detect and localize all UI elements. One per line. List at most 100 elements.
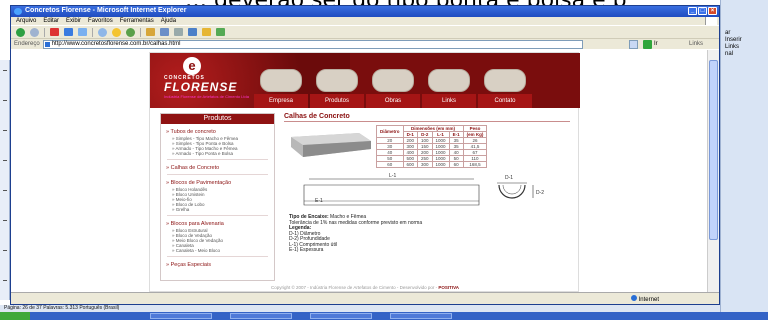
label-d1: D-1 — [505, 175, 513, 181]
label-l1: L-1 — [389, 173, 396, 179]
nav-produtos[interactable]: Produtos — [310, 69, 364, 108]
close-button[interactable]: × — [708, 7, 717, 15]
col-peso-unit: (em Kg) — [462, 131, 488, 138]
side-item[interactable]: Inserir — [725, 37, 742, 43]
nav-empresa[interactable]: Empresa — [254, 69, 308, 108]
side-item[interactable]: ar — [725, 30, 730, 36]
sidebar-item[interactable]: » Canaleta - Meio Bloco — [172, 248, 274, 253]
minimize-button[interactable]: _ — [688, 7, 697, 15]
menu-bar: Arquivo Editar Exibir Favoritos Ferramen… — [11, 17, 719, 25]
stop-icon[interactable] — [50, 28, 59, 36]
site-footer: Copyright © 2007 - Indústria Florense de… — [270, 285, 460, 290]
website: e CONCRETOS FLORENSE Indústria Florense … — [149, 52, 580, 292]
taskbar-item[interactable] — [230, 313, 292, 319]
zone-indicator: Internet — [630, 295, 659, 303]
site-nav: Empresa Produtos Obras Links Contato — [254, 69, 532, 108]
note-line: E-1) Espessura — [289, 247, 324, 253]
browser-statusbar: Internet — [11, 292, 719, 304]
taskbar — [0, 312, 768, 320]
history-icon[interactable] — [146, 28, 155, 36]
specs-table: Diâmetro Dimensões (em mm) Peso D-1 D-2 … — [376, 125, 488, 168]
window-title: Concretos Florense - Microsoft Internet … — [25, 7, 187, 14]
vertical-ruler — [0, 60, 10, 300]
sidebar-section-pecas[interactable]: » Peças Especiais — [166, 262, 274, 268]
sidebar-section-tubos[interactable]: » Tubos de concreto — [166, 129, 274, 135]
nav-label: Obras — [366, 94, 420, 108]
sidebar-header: Produtos — [161, 114, 274, 124]
mail-icon[interactable] — [160, 28, 169, 36]
logo-name: FLORENSE — [164, 80, 238, 94]
nav-label: Links — [422, 94, 476, 108]
nav-label: Empresa — [254, 94, 308, 108]
links-image — [428, 69, 470, 92]
refresh-icon[interactable] — [64, 28, 73, 36]
side-item[interactable]: Links — [725, 44, 739, 50]
page-title: Calhas de Concreto — [284, 113, 350, 120]
nav-obras[interactable]: Obras — [366, 69, 420, 108]
address-url: http://www.concretosflorense.com.br/calh… — [51, 40, 181, 47]
label-d2: D-2 — [536, 190, 544, 196]
menu-help[interactable]: Ajuda — [161, 18, 176, 24]
go-icon[interactable] — [643, 40, 652, 49]
envelope-icon — [484, 69, 526, 92]
menu-tools[interactable]: Ferramentas — [120, 18, 154, 24]
maximize-button[interactable]: □ — [698, 7, 707, 15]
address-input[interactable]: http://www.concretosflorense.com.br/calh… — [42, 39, 583, 49]
start-button[interactable] — [0, 312, 30, 320]
address-label: Endereço — [14, 41, 40, 47]
label-e1: E-1 — [315, 198, 323, 204]
sidebar-item[interactable]: » Grelha — [172, 207, 274, 212]
forward-icon[interactable] — [30, 27, 39, 37]
menu-favorites[interactable]: Favoritos — [88, 18, 113, 24]
scroll-thumb[interactable] — [709, 60, 718, 240]
screen: … deverão ser do tipo ponta e bolsa e p … — [0, 0, 768, 320]
globe-icon — [630, 295, 637, 301]
links-label[interactable]: Links — [689, 41, 703, 47]
side-item[interactable]: nal — [725, 51, 733, 57]
sidebar-item[interactable]: » Armado - Tipo Ponta e Bolsa — [172, 151, 274, 156]
nav-links[interactable]: Links — [422, 69, 476, 108]
home-icon[interactable] — [78, 28, 87, 36]
edit-icon[interactable] — [188, 28, 197, 36]
produtos-image — [316, 69, 358, 92]
footer-brand-link[interactable]: POSITIVA — [438, 285, 459, 290]
empresa-image — [260, 69, 302, 92]
address-dropdown-icon[interactable] — [629, 40, 638, 49]
search-icon[interactable] — [98, 27, 107, 37]
sidebar-section-blocos-pavimentacao[interactable]: » Blocos de Pavimentação — [166, 180, 274, 186]
main-content: Calhas de Concreto Diâmetro Dimensões (e… — [284, 113, 574, 283]
taskbar-item[interactable] — [390, 313, 452, 319]
nav-label: Contato — [478, 94, 532, 108]
dimension-diagram: L-1 E-1 D-1 D-2 — [303, 173, 544, 206]
go-button-label[interactable]: Ir — [654, 41, 658, 47]
favorites-star-icon[interactable] — [112, 27, 121, 37]
logo-tagline: Indústria Florense de Artefatos de Cimen… — [164, 94, 249, 99]
site-banner: e CONCRETOS FLORENSE Indústria Florense … — [150, 53, 580, 108]
word-side-panel: ar Inserir Links nal — [720, 0, 768, 320]
products-sidebar: Produtos » Tubos de concreto » Simples -… — [160, 113, 275, 281]
col-dimensoes: Dimensões (em mm) — [402, 125, 464, 132]
media-icon[interactable] — [126, 27, 135, 37]
nav-contato[interactable]: Contato — [478, 69, 532, 108]
ie-logo-icon — [14, 8, 22, 15]
folder-icon[interactable] — [202, 28, 211, 36]
browser-window: Concretos Florense - Microsoft Internet … — [10, 5, 720, 305]
print-icon[interactable] — [174, 28, 183, 36]
back-icon[interactable] — [16, 27, 25, 37]
menu-edit[interactable]: Editar — [43, 18, 59, 24]
address-bar: Endereço http://www.concretosflorense.co… — [11, 38, 719, 49]
taskbar-item[interactable] — [310, 313, 372, 319]
menu-file[interactable]: Arquivo — [16, 18, 36, 24]
table-row: 60 600 300 1000 60 168,5 — [376, 161, 488, 168]
product-notes: Tipo de Encaixe: Macho e Fêmea Tolerânci… — [289, 214, 422, 254]
obras-image — [372, 69, 414, 92]
vertical-scrollbar[interactable] — [707, 50, 719, 293]
messenger-icon[interactable] — [216, 28, 225, 36]
word-statusbar: Página: 26 de 37 Palavras: 5.313 Portugu… — [0, 305, 720, 312]
taskbar-item[interactable] — [150, 313, 212, 319]
menu-view[interactable]: Exibir — [66, 18, 81, 24]
sidebar-section-calhas[interactable]: » Calhas de Concreto — [166, 165, 274, 171]
sidebar-section-blocos-alvenaria[interactable]: » Blocos para Alvenaria — [166, 221, 274, 227]
florense-logo-icon: e — [183, 57, 201, 75]
page-icon — [44, 41, 50, 47]
